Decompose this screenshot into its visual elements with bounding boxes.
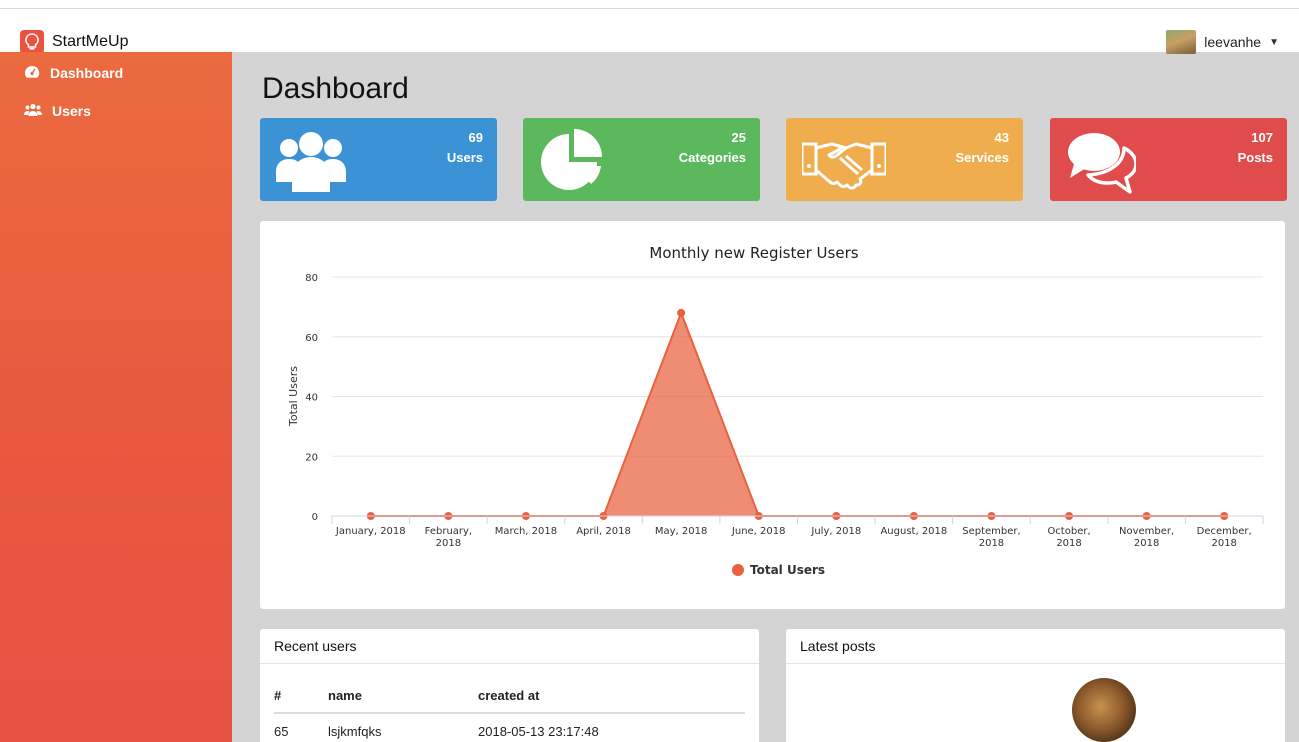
y-tick-label: 20: [305, 452, 318, 463]
recent-users-table: # name created at 65 lsjkmfqks 2018-05-1…: [274, 679, 745, 742]
user-name-cell: lsjkmfqks: [328, 724, 382, 739]
x-tick-label: July, 2018: [810, 526, 861, 537]
user-id-cell: 65: [274, 724, 289, 739]
y-tick-label: 80: [305, 273, 318, 284]
app-name: StartMeUp: [52, 33, 129, 50]
stat-value: 25: [731, 130, 746, 145]
top-border: [0, 8, 1299, 9]
y-tick-label: 0: [312, 512, 318, 523]
series-line: [370, 310, 1225, 517]
chart-title: Monthly new Register Users: [649, 244, 858, 262]
users-group-icon: [276, 126, 346, 194]
recent-users-panel: Recent users # name created at 65 lsjkmf…: [260, 629, 759, 742]
column-header: created at: [478, 679, 745, 714]
stat-value: 43: [994, 130, 1009, 145]
stat-card-users[interactable]: 69 Users: [260, 118, 497, 201]
pie-chart-icon: [539, 126, 609, 194]
stat-label: Categories: [678, 150, 746, 165]
user-menu[interactable]: leevanhe ▼: [1166, 30, 1279, 54]
post-author-avatar[interactable]: [1072, 678, 1136, 742]
brand[interactable]: StartMeUp: [20, 30, 128, 54]
stat-label: Services: [955, 150, 1010, 165]
legend-marker: [732, 564, 744, 576]
x-tick-label: October, 2018: [1047, 526, 1090, 549]
latest-posts-panel: Latest posts: [786, 629, 1285, 742]
sidebar: Dashboard Users: [0, 52, 232, 742]
stat-label: Users: [446, 150, 483, 165]
x-tick-label: April, 2018: [576, 526, 631, 537]
dashboard-icon: [24, 65, 40, 82]
stat-card-posts[interactable]: 107 Posts: [1050, 118, 1287, 201]
user-created-cell: 2018-05-13 23:17:48: [478, 724, 599, 739]
legend-label[interactable]: Total Users: [750, 563, 825, 577]
stat-value: 69: [468, 130, 483, 145]
x-tick-label: June, 2018: [731, 526, 786, 537]
x-tick-label: March, 2018: [495, 526, 557, 537]
y-tick-label: 60: [305, 333, 318, 344]
x-tick-label: February, 2018: [425, 526, 473, 549]
username: leevanhe: [1204, 34, 1262, 50]
chart-y-axis-label: Total Users: [287, 366, 300, 427]
column-header: name: [328, 679, 478, 714]
x-tick-label: May, 2018: [655, 526, 707, 537]
sidebar-item-users[interactable]: Users: [0, 92, 232, 130]
panel-title: Recent users: [260, 629, 759, 664]
comments-icon: [1066, 126, 1138, 194]
sidebar-item-dashboard[interactable]: Dashboard: [0, 54, 232, 92]
stat-card-categories[interactable]: 25 Categories: [523, 118, 760, 201]
data-point[interactable]: [677, 308, 686, 317]
series-area: [370, 312, 1225, 516]
lightbulb-icon: [20, 30, 44, 54]
caret-down-icon: ▼: [1269, 36, 1279, 48]
x-tick-label: January, 2018: [335, 526, 406, 537]
handshake-icon: [800, 126, 888, 194]
user-avatar: [1166, 30, 1197, 54]
x-tick-label: September, 2018: [962, 526, 1020, 549]
column-header: #: [274, 679, 328, 714]
x-tick-label: November, 2018: [1119, 526, 1174, 549]
users-icon: [24, 103, 42, 120]
table-header-row: # name created at: [274, 679, 745, 714]
monthly-registrations-chart: Monthly new Register Users Total Users 0…: [287, 244, 1264, 577]
x-tick-label: August, 2018: [880, 526, 947, 537]
page-title: Dashboard: [262, 72, 409, 105]
sidebar-item-label: Dashboard: [50, 65, 124, 81]
chart-card: Monthly new Register Users Total Users 0…: [260, 221, 1285, 609]
y-tick-label: 40: [305, 393, 318, 404]
sidebar-item-label: Users: [52, 103, 91, 119]
stat-value: 107: [1251, 130, 1273, 145]
x-tick-label: December, 2018: [1197, 526, 1252, 549]
stat-label: Posts: [1237, 150, 1273, 165]
table-row[interactable]: 65 lsjkmfqks 2018-05-13 23:17:48: [274, 713, 745, 742]
panel-title: Latest posts: [786, 629, 1285, 664]
stat-card-services[interactable]: 43 Services: [786, 118, 1023, 201]
